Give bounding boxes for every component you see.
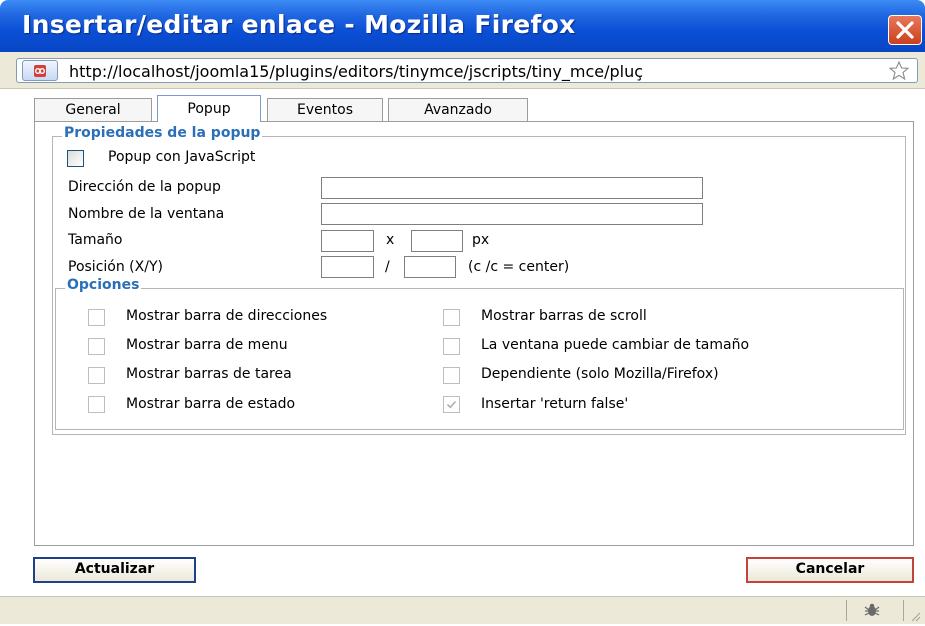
popup-url-label: Dirección de la popup: [68, 179, 221, 195]
option-label: Dependiente (solo Mozilla/Firefox): [481, 366, 719, 382]
position-label: Posición (X/Y): [68, 259, 163, 275]
popup-url-input[interactable]: [321, 177, 703, 199]
site-identity-icon[interactable]: [22, 60, 58, 81]
location-bar-checkbox[interactable]: [88, 309, 105, 326]
height-input[interactable]: [411, 230, 463, 252]
tab-popup[interactable]: Popup: [157, 95, 261, 122]
status-bar: [0, 596, 925, 624]
option-label: Mostrar barra de direcciones: [126, 308, 328, 324]
window-name-label: Nombre de la ventana: [68, 206, 225, 222]
statusbar-checkbox[interactable]: [88, 396, 105, 413]
url-text: http://localhost/joomla15/plugins/editor…: [69, 62, 644, 81]
position-separator: /: [385, 259, 390, 275]
resizable-checkbox[interactable]: [443, 338, 460, 355]
cancel-button[interactable]: Cancelar: [746, 557, 914, 583]
tab-label: General: [65, 102, 121, 118]
js-popup-label: Popup con JavaScript: [108, 149, 256, 165]
option-label: Mostrar barras de scroll: [481, 308, 647, 324]
size-unit-label: px: [472, 232, 490, 248]
top-position-input[interactable]: [404, 256, 456, 278]
return-false-checkbox[interactable]: [443, 396, 460, 413]
option-label: Mostrar barra de menu: [126, 337, 288, 353]
popup-properties-legend: Propiedades de la popup: [62, 125, 263, 141]
window-name-input[interactable]: [321, 203, 703, 225]
popup-panel: Propiedades de la popup Popup con JavaSc…: [34, 121, 914, 546]
location-bar: http://localhost/joomla15/plugins/editor…: [0, 52, 925, 89]
option-label: Insertar 'return false': [481, 396, 629, 412]
position-hint: (c /c = center): [468, 259, 570, 275]
tab-eventos[interactable]: Eventos: [267, 98, 383, 121]
window-title: Insertar/editar enlace - Mozilla Firefox: [22, 10, 576, 39]
tab-label: Popup: [187, 101, 231, 117]
option-label: Mostrar barra de estado: [126, 396, 296, 412]
tab-label: Avanzado: [424, 102, 492, 118]
url-field[interactable]: http://localhost/joomla15/plugins/editor…: [16, 58, 918, 83]
tab-avanzado[interactable]: Avanzado: [388, 98, 528, 121]
scrollbars-checkbox[interactable]: [443, 309, 460, 326]
tab-general[interactable]: General: [34, 98, 152, 121]
menubar-checkbox[interactable]: [88, 338, 105, 355]
firebug-icon[interactable]: [862, 602, 882, 622]
status-divider: [903, 600, 904, 621]
window-titlebar[interactable]: Insertar/editar enlace - Mozilla Firefox: [0, 0, 925, 52]
options-legend: Opciones: [65, 277, 142, 293]
tab-label: Eventos: [297, 102, 353, 118]
js-popup-checkbox[interactable]: [67, 150, 84, 167]
size-x-label: x: [386, 232, 395, 248]
dependent-checkbox[interactable]: [443, 367, 460, 384]
option-label: La ventana puede cambiar de tamaño: [481, 337, 750, 353]
toolbar-checkbox[interactable]: [88, 367, 105, 384]
bookmark-star-icon[interactable]: [888, 60, 910, 84]
option-label: Mostrar barras de tarea: [126, 366, 292, 382]
status-divider: [846, 600, 847, 621]
close-button[interactable]: [888, 15, 922, 45]
update-button[interactable]: Actualizar: [33, 557, 196, 583]
size-label: Tamaño: [68, 232, 123, 248]
resize-grip-icon[interactable]: [909, 607, 921, 626]
width-input[interactable]: [321, 230, 374, 252]
left-position-input[interactable]: [321, 256, 374, 278]
